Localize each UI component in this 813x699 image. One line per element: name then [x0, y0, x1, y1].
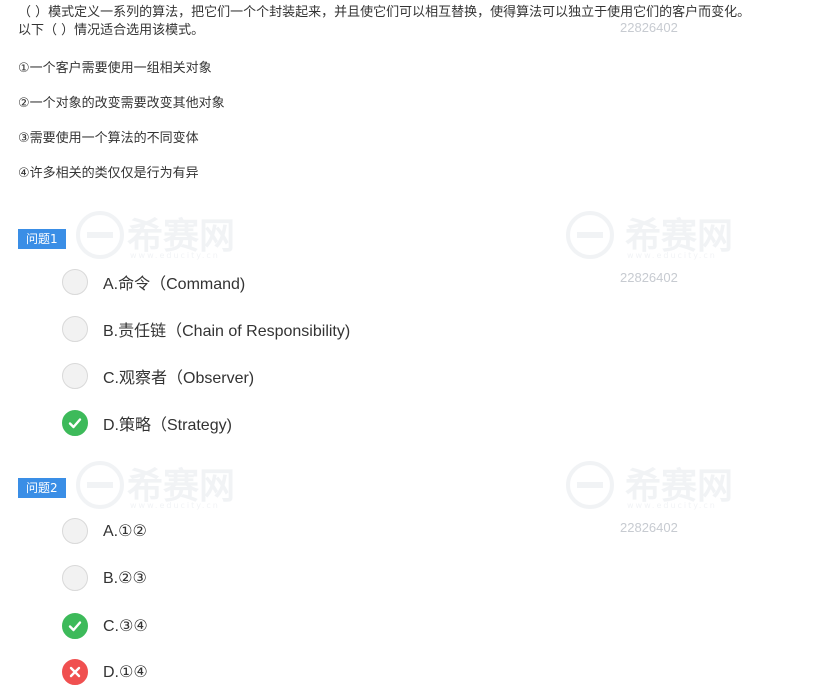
answer-choice[interactable]: B.责任链（Chain of Responsibility) [62, 315, 350, 343]
watermark-logo: 希赛网 www.educity.cn [75, 455, 245, 515]
choice-label: B.责任链（Chain of Responsibility) [103, 323, 351, 340]
watermark-emblem-icon [76, 211, 124, 259]
answer-choice[interactable]: C.观察者（Observer) [62, 362, 254, 390]
radio-button-correct[interactable] [62, 613, 88, 639]
choice-label: B.②③ [103, 570, 147, 587]
watermark-logo: 希赛网 www.educity.cn [565, 205, 755, 265]
statement-item: ④许多相关的类仅仅是行为有异 [18, 166, 199, 181]
check-icon [68, 418, 82, 429]
answer-choice[interactable]: B.②③ [62, 564, 147, 592]
radio-button[interactable] [62, 269, 88, 295]
check-icon [68, 621, 82, 632]
answer-choice[interactable]: D.①④ [62, 658, 148, 686]
choice-label: C.③④ [103, 618, 148, 635]
watermark-domain: www.educity.cn [130, 501, 220, 510]
watermark-brand: 希赛网 [127, 466, 236, 507]
answer-choice[interactable]: D.策略（Strategy) [62, 409, 232, 437]
question-stem-line: （ ）模式定义一系列的算法，把它们一个个封装起来，并且使它们可以相互替换，使得算… [18, 5, 751, 20]
choice-label: C.观察者（Observer) [103, 370, 255, 387]
answer-choice[interactable]: A.①② [62, 517, 147, 545]
radio-button-correct[interactable] [62, 410, 88, 436]
watermark-brand: 希赛网 [625, 466, 734, 507]
statement-item: ①一个客户需要使用一组相关对象 [18, 61, 212, 76]
watermark-domain: www.educity.cn [627, 251, 717, 260]
watermark-brand: 希赛网 [127, 216, 236, 257]
radio-button[interactable] [62, 316, 88, 342]
watermark-emblem-icon [76, 461, 124, 509]
radio-button[interactable] [62, 518, 88, 544]
question-tag: 问题1 [18, 229, 66, 249]
watermark-emblem-icon [566, 461, 614, 509]
answer-choice[interactable]: A.命令（Command) [62, 268, 245, 296]
statement-item: ③需要使用一个算法的不同变体 [18, 131, 199, 146]
radio-button[interactable] [62, 565, 88, 591]
answer-choice[interactable]: C.③④ [62, 612, 148, 640]
watermark-id: 22826402 [620, 520, 678, 535]
statement-item: ②一个对象的改变需要改变其他对象 [18, 96, 225, 111]
cross-icon [69, 666, 81, 678]
watermark-domain: www.educity.cn [627, 501, 717, 510]
question-stem: （ ）模式定义一系列的算法，把它们一个个封装起来，并且使它们可以相互替换，使得算… [18, 4, 808, 40]
choice-label: D.①④ [103, 664, 148, 681]
choice-label: D.策略（Strategy) [103, 417, 232, 434]
radio-button[interactable] [62, 363, 88, 389]
watermark-brand: 希赛网 [625, 216, 734, 257]
question-tag: 问题2 [18, 478, 66, 498]
watermark-emblem-icon [566, 211, 614, 259]
radio-button-wrong[interactable] [62, 659, 88, 685]
question-stem-line: 以下（ ）情况适合选用该模式。 [18, 23, 205, 38]
choice-label: A.①② [103, 523, 147, 540]
choice-label: A.命令（Command) [103, 276, 246, 293]
watermark-logo: 希赛网 www.educity.cn [565, 455, 755, 515]
watermark-id: 22826402 [620, 270, 678, 285]
watermark-logo: 希赛网 www.educity.cn [75, 205, 245, 265]
watermark-domain: www.educity.cn [130, 251, 220, 260]
